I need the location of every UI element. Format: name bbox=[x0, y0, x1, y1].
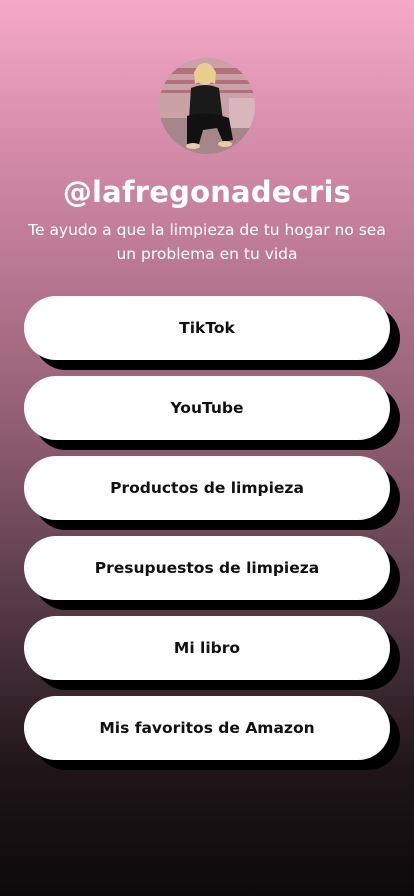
link-button-productos-de-limpieza[interactable]: Productos de limpieza bbox=[24, 456, 390, 520]
link-in-bio-page: @lafregonadecris Te ayudo a que la limpi… bbox=[0, 0, 414, 896]
link-button-mi-libro[interactable]: Mi libro bbox=[24, 616, 390, 680]
profile-photo-icon bbox=[159, 58, 255, 154]
link-button-amazon-favoritos[interactable]: Mis favoritos de Amazon bbox=[24, 696, 390, 760]
links-list: TikTok YouTube Productos de limpieza Pre… bbox=[24, 296, 390, 776]
avatar bbox=[159, 58, 255, 154]
link-button-tiktok[interactable]: TikTok bbox=[24, 296, 390, 360]
link-button-youtube[interactable]: YouTube bbox=[24, 376, 390, 440]
profile-handle: @lafregonadecris bbox=[62, 175, 352, 209]
link-button-presupuestos-de-limpieza[interactable]: Presupuestos de limpieza bbox=[24, 536, 390, 600]
profile-bio: Te ayudo a que la limpieza de tu hogar n… bbox=[28, 221, 386, 263]
